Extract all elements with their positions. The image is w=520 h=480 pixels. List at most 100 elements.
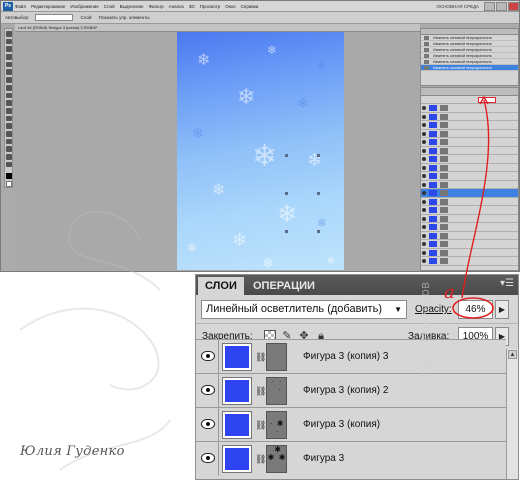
blend-mode-select[interactable]: Линейный осветлитель (добавить) ▼ xyxy=(201,300,407,319)
eye-icon[interactable] xyxy=(201,351,215,361)
link-chain-icon[interactable]: ⛓ xyxy=(255,452,266,466)
layer-name[interactable]: Фигура 3 (копия) 3 xyxy=(303,351,388,362)
link-chain-icon[interactable]: ⛓ xyxy=(255,418,266,432)
auto-select-dropdown[interactable] xyxy=(35,14,74,22)
mini-layer-row[interactable] xyxy=(421,121,518,130)
mini-layer-row[interactable] xyxy=(421,198,518,206)
mini-layer-row[interactable] xyxy=(421,215,518,223)
mini-layer-row[interactable] xyxy=(421,172,518,181)
layer-name[interactable]: Фигура 3 (копия) 2 xyxy=(303,385,388,396)
foreground-color-swatch[interactable] xyxy=(5,173,12,180)
eye-icon[interactable] xyxy=(422,191,426,195)
path-selection-tool-icon[interactable] xyxy=(5,154,12,160)
menu-file[interactable]: Файл xyxy=(15,1,26,12)
eye-icon[interactable] xyxy=(422,182,426,187)
eye-icon[interactable] xyxy=(422,123,426,127)
menu-select[interactable]: Выделение xyxy=(120,1,144,12)
maximize-button[interactable] xyxy=(496,2,507,11)
link-chain-icon[interactable]: ⛓ xyxy=(255,384,266,398)
dodge-tool-icon[interactable] xyxy=(5,130,12,137)
mini-layer-row[interactable] xyxy=(421,164,518,172)
mini-layer-row[interactable] xyxy=(421,104,518,113)
eye-icon[interactable] xyxy=(422,233,426,238)
tab-layers[interactable]: СЛОИ xyxy=(198,277,244,295)
panel-menu-icon[interactable]: ▾☰ xyxy=(500,277,514,291)
mini-layer-row[interactable] xyxy=(421,206,518,215)
crop-tool-icon[interactable] xyxy=(5,61,12,68)
mini-layer-row[interactable] xyxy=(421,240,518,249)
history-brush-tool-icon[interactable] xyxy=(5,100,12,106)
mini-layer-row[interactable] xyxy=(421,189,518,198)
menu-view[interactable]: Просмотр xyxy=(200,1,221,12)
eye-icon[interactable] xyxy=(422,225,426,229)
mini-layer-row[interactable] xyxy=(421,257,518,266)
eye-icon[interactable] xyxy=(422,140,426,144)
eye-icon[interactable] xyxy=(422,199,426,204)
mini-layer-row[interactable] xyxy=(421,155,518,164)
layers-scrollbar[interactable]: ▲ xyxy=(506,349,518,479)
workspace-title[interactable]: ОСНОВНАЯ СРЕДА xyxy=(436,1,479,12)
menu-layer[interactable]: Слой xyxy=(104,1,115,12)
opacity-slider-button[interactable]: ▶ xyxy=(495,300,509,319)
blur-tool-icon[interactable] xyxy=(5,123,12,129)
snowflake-artwork[interactable]: ❄ ❄ ❄ ❄ ❄ ❄ ❄ ❄ ❄ ❄ ❄ ❄ ❄ ❄ ❄ xyxy=(177,32,344,270)
pen-tool-icon[interactable] xyxy=(5,138,12,145)
show-controls-option[interactable]: Показать упр. элементы xyxy=(99,15,150,20)
layer-name[interactable]: Фигура 3 xyxy=(303,453,344,464)
path-anchor-point[interactable] xyxy=(317,230,320,233)
path-anchor-point[interactable] xyxy=(285,154,288,157)
layer-name[interactable]: Фигура 3 (копия) xyxy=(303,419,380,430)
eye-icon[interactable] xyxy=(422,174,426,178)
eye-icon[interactable] xyxy=(422,148,426,153)
eye-icon[interactable] xyxy=(422,216,426,221)
mini-layer-row[interactable] xyxy=(421,223,518,232)
stamp-tool-icon[interactable] xyxy=(5,92,12,99)
menu-edit[interactable]: Редактирование xyxy=(31,1,65,12)
mini-layer-row[interactable] xyxy=(421,232,518,240)
path-anchor-point[interactable] xyxy=(317,192,320,195)
eraser-tool-icon[interactable] xyxy=(5,107,12,114)
menu-analysis[interactable]: Анализ xyxy=(169,1,184,12)
layer-row[interactable]: ⛓ · ✱ · Фигура 3 (копия) xyxy=(196,407,506,442)
eye-icon[interactable] xyxy=(422,157,426,161)
menu-image[interactable]: Изображение xyxy=(70,1,98,12)
history-row-selected[interactable]: Изменить основной непрозрачность xyxy=(421,65,518,71)
gradient-tool-icon[interactable] xyxy=(5,115,12,122)
menu-filter[interactable]: Фильтр xyxy=(149,1,164,12)
eye-icon[interactable] xyxy=(201,385,215,395)
path-anchor-point[interactable] xyxy=(285,230,288,233)
mini-opacity-field[interactable] xyxy=(478,97,496,103)
close-button[interactable] xyxy=(508,2,519,11)
eye-icon[interactable] xyxy=(422,106,426,110)
eye-icon[interactable] xyxy=(201,453,215,463)
mini-layer-row[interactable] xyxy=(421,147,518,155)
mini-layer-row[interactable] xyxy=(421,181,518,189)
layer-row[interactable]: ⛓ · · · Фигура 3 (копия) 2 xyxy=(196,373,506,408)
mini-layer-row[interactable] xyxy=(421,138,518,147)
path-anchor-point[interactable] xyxy=(317,154,320,157)
eye-icon[interactable] xyxy=(422,208,426,212)
minimize-button[interactable] xyxy=(484,2,495,11)
menu-window[interactable]: Окно xyxy=(225,1,235,12)
layer-row[interactable]: ⛓ Фигура 3 (копия) 3 xyxy=(196,339,506,374)
move-tool-icon[interactable] xyxy=(5,31,12,37)
layer-row[interactable]: ⛓ ✱ ✱ ✱ Фигура 3 xyxy=(196,441,506,476)
type-tool-icon[interactable] xyxy=(5,146,12,152)
mini-layer-row[interactable] xyxy=(421,249,518,257)
marquee-tool-icon[interactable] xyxy=(5,38,12,45)
healing-tool-icon[interactable] xyxy=(5,77,12,83)
mini-layers-tabs[interactable] xyxy=(421,88,518,96)
opacity-input[interactable]: 46% xyxy=(458,300,493,319)
path-anchor-point[interactable] xyxy=(285,192,288,195)
brush-tool-icon[interactable] xyxy=(5,84,12,91)
background-color-swatch[interactable] xyxy=(5,181,12,187)
mini-layer-row[interactable] xyxy=(421,113,518,121)
eye-icon[interactable] xyxy=(422,131,426,136)
eye-icon[interactable] xyxy=(422,242,426,246)
document-tab[interactable]: Lard 46 (RGB/8) Фигура 3 (копия) 3 RGB/8… xyxy=(15,24,420,32)
link-chain-icon[interactable]: ⛓ xyxy=(255,350,266,364)
menu-help[interactable]: Справка xyxy=(241,1,259,12)
mini-layer-row[interactable] xyxy=(421,130,518,138)
eye-icon[interactable] xyxy=(201,419,215,429)
eye-icon[interactable] xyxy=(422,259,426,263)
